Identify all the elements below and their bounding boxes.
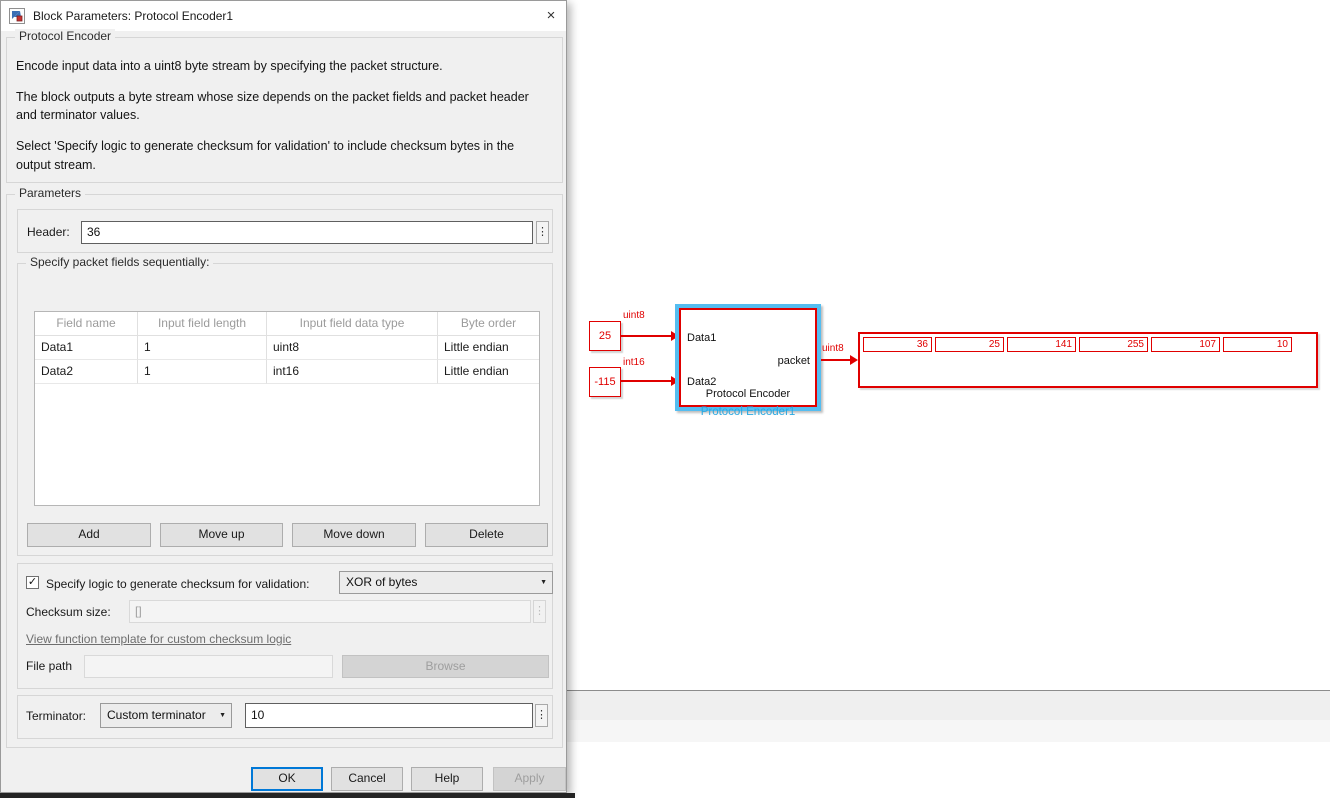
- cell-input-field-length[interactable]: 1: [138, 360, 267, 384]
- checksum-checkbox-label: Specify logic to generate checksum for v…: [46, 577, 309, 591]
- dialog-title: Block Parameters: Protocol Encoder1: [33, 1, 233, 31]
- signal-wire-packet[interactable]: [821, 359, 851, 361]
- checksum-size-label: Checksum size:: [26, 605, 111, 619]
- block-parameters-icon: [9, 8, 25, 24]
- terminator-dropdown[interactable]: Custom terminator ▼: [100, 703, 232, 728]
- dialog-titlebar[interactable]: Block Parameters: Protocol Encoder1 ×: [1, 1, 566, 31]
- close-icon[interactable]: ×: [539, 4, 563, 28]
- cancel-button[interactable]: Cancel: [331, 767, 403, 791]
- constant-value: -115: [594, 376, 615, 388]
- statusbar-band: [567, 691, 1330, 720]
- chevron-down-icon: ▼: [219, 704, 226, 727]
- signal-wire-data2[interactable]: [621, 380, 672, 382]
- block-parameters-dialog: Block Parameters: Protocol Encoder1 × Pr…: [0, 0, 567, 793]
- table-row[interactable]: Data2 1 int16 Little endian: [35, 360, 539, 384]
- encoder-block-name[interactable]: Protocol Encoder1: [660, 406, 836, 418]
- constant-block-neg115[interactable]: -115: [589, 367, 621, 397]
- chevron-down-icon: ▼: [540, 572, 547, 593]
- description-group: Protocol Encoder Encode input data into …: [6, 37, 563, 183]
- signal-label-uint8-out: uint8: [822, 343, 844, 354]
- signal-wire-data1[interactable]: [621, 335, 672, 337]
- cell-field-name[interactable]: Data1: [35, 336, 138, 360]
- wire-arrowhead: [850, 355, 858, 365]
- display-value-cell: 255: [1079, 337, 1148, 352]
- header-label: Header:: [27, 225, 70, 239]
- move-down-button[interactable]: Move down: [292, 523, 416, 547]
- packet-fields-group-label: Specify packet fields sequentially:: [26, 255, 213, 269]
- file-path-input: [84, 655, 333, 678]
- display-value-cell: 141: [1007, 337, 1076, 352]
- cell-input-field-data-type[interactable]: uint8: [267, 336, 438, 360]
- protocol-encoder-block[interactable]: Data1 Data2 packet Protocol Encoder: [679, 308, 817, 407]
- ok-button[interactable]: OK: [251, 767, 323, 791]
- checksum-checkbox[interactable]: ✓: [26, 576, 39, 589]
- bottom-edge-strip: [0, 793, 575, 798]
- checksum-size-menu-button: ⋮: [533, 600, 546, 623]
- terminator-menu-button[interactable]: ⋮: [535, 704, 548, 727]
- parameters-group-label: Parameters: [15, 186, 85, 200]
- apply-button: Apply: [493, 767, 566, 791]
- file-path-label: File path: [26, 659, 72, 673]
- display-value-cell: 25: [935, 337, 1004, 352]
- description-line-2: The block outputs a byte stream whose si…: [16, 88, 552, 124]
- column-header-input-field-length: Input field length: [138, 312, 267, 336]
- move-up-button[interactable]: Move up: [160, 523, 283, 547]
- encoder-block-type-label: Protocol Encoder: [681, 388, 815, 400]
- display-value-cell: 36: [863, 337, 932, 352]
- display-block[interactable]: 36 25 141 255 107 10: [858, 332, 1318, 388]
- terminator-input[interactable]: 10: [245, 703, 533, 728]
- view-function-template-link[interactable]: View function template for custom checks…: [26, 632, 291, 646]
- port-label-data1: Data1: [687, 332, 716, 344]
- column-header-field-name: Field name: [35, 312, 138, 336]
- header-menu-button[interactable]: ⋮: [536, 221, 549, 244]
- browse-button: Browse: [342, 655, 549, 678]
- terminator-label: Terminator:: [26, 709, 86, 723]
- cell-input-field-length[interactable]: 1: [138, 336, 267, 360]
- signal-label-uint8-in1: uint8: [623, 310, 645, 321]
- display-value-cell: 107: [1151, 337, 1220, 352]
- cell-field-name[interactable]: Data2: [35, 360, 138, 384]
- display-value-cell: 10: [1223, 337, 1292, 352]
- constant-block-25[interactable]: 25: [589, 321, 621, 351]
- column-header-input-field-data-type: Input field data type: [267, 312, 438, 336]
- cell-byte-order[interactable]: Little endian: [438, 360, 539, 384]
- statusbar-band-light: [567, 720, 1330, 742]
- checksum-logic-selected: XOR of bytes: [346, 575, 417, 589]
- help-button[interactable]: Help: [411, 767, 483, 791]
- cell-input-field-data-type[interactable]: int16: [267, 360, 438, 384]
- description-line-3: Select 'Specify logic to generate checks…: [16, 137, 552, 173]
- add-button[interactable]: Add: [27, 523, 151, 547]
- description-line-1: Encode input data into a uint8 byte stre…: [16, 57, 552, 75]
- header-input[interactable]: 36: [81, 221, 533, 244]
- table-header-row: Field name Input field length Input fiel…: [35, 312, 539, 336]
- signal-label-int16-in2: int16: [623, 357, 645, 368]
- port-label-packet: packet: [778, 355, 810, 367]
- delete-button[interactable]: Delete: [425, 523, 548, 547]
- checksum-logic-dropdown[interactable]: XOR of bytes ▼: [339, 571, 553, 594]
- port-label-data2: Data2: [687, 376, 716, 388]
- table-row[interactable]: Data1 1 uint8 Little endian: [35, 336, 539, 360]
- column-header-byte-order: Byte order: [438, 312, 539, 336]
- description-group-label: Protocol Encoder: [15, 29, 115, 43]
- packet-fields-table[interactable]: Field name Input field length Input fiel…: [34, 311, 540, 506]
- checksum-size-input: []: [129, 600, 531, 623]
- constant-value: 25: [599, 330, 611, 342]
- terminator-selected: Custom terminator: [107, 708, 206, 722]
- cell-byte-order[interactable]: Little endian: [438, 336, 539, 360]
